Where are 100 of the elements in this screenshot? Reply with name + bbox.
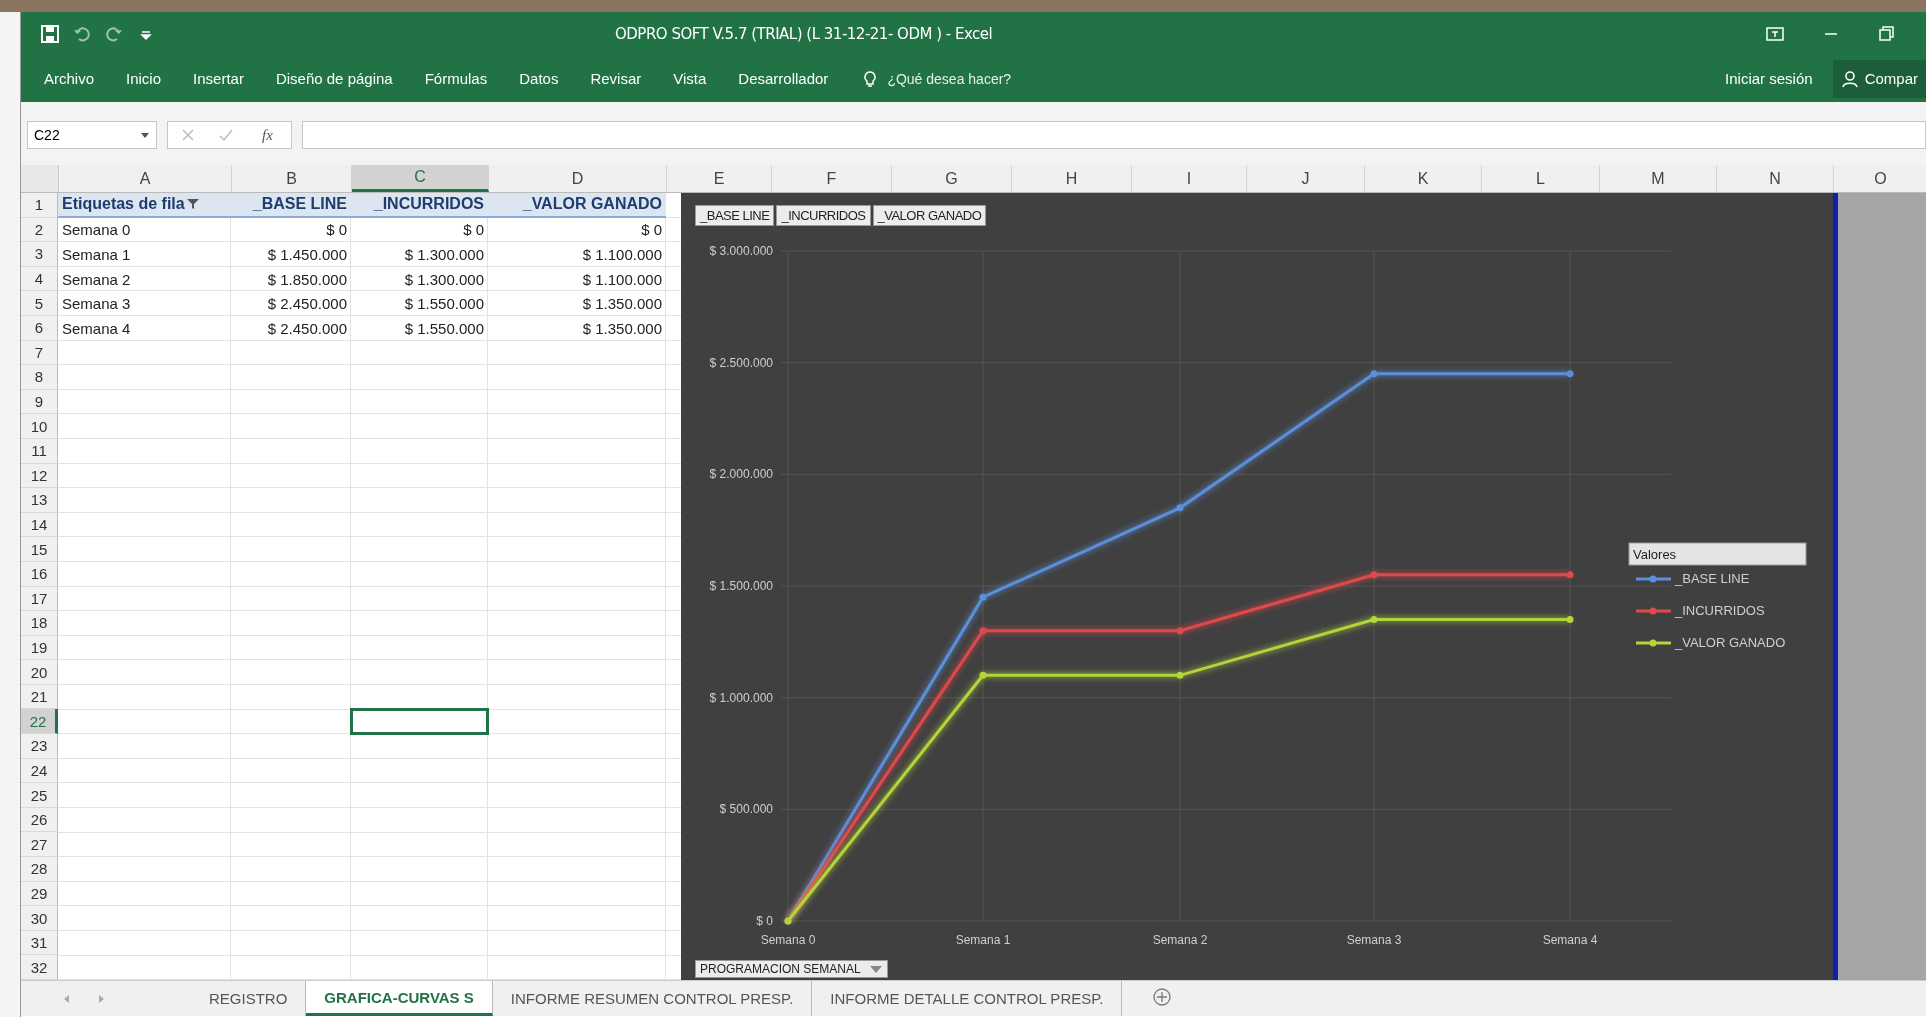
ribbon-tab[interactable]: Datos: [506, 70, 578, 87]
column-header[interactable]: E: [667, 165, 772, 192]
row-header[interactable]: 8: [21, 365, 58, 390]
name-box[interactable]: C22: [27, 121, 157, 149]
row-header[interactable]: 1: [21, 193, 58, 218]
table-cell-text: $ 1.350.000: [581, 294, 663, 315]
row-header[interactable]: 15: [21, 537, 58, 562]
ribbon-display-icon[interactable]: [1766, 24, 1784, 43]
row-header[interactable]: 12: [21, 463, 58, 489]
table-cell-text: $ 1.850.000: [266, 269, 348, 290]
add-sheet-icon[interactable]: [1152, 986, 1173, 1007]
column-header[interactable]: M: [1600, 165, 1717, 192]
row-header[interactable]: 17: [21, 586, 58, 612]
axis-label: $ 1.000.000: [709, 690, 773, 705]
column-header[interactable]: H: [1012, 165, 1132, 192]
table-cell-text: Semana 1: [61, 245, 132, 265]
row-header[interactable]: 23: [21, 734, 58, 759]
row-header[interactable]: 24: [21, 758, 58, 784]
column-header[interactable]: I: [1132, 165, 1247, 192]
row-header[interactable]: 9: [21, 389, 58, 415]
row-header[interactable]: 26: [21, 807, 58, 833]
restore-icon[interactable]: [1878, 24, 1896, 43]
column-header[interactable]: G: [892, 165, 1012, 192]
ribbon-tab[interactable]: Desarrollador: [725, 70, 848, 87]
row-header[interactable]: 16: [21, 561, 58, 587]
redo-icon[interactable]: [105, 24, 123, 43]
row-header[interactable]: 13: [21, 488, 58, 513]
column-header[interactable]: N: [1717, 165, 1834, 192]
ribbon-tab[interactable]: Vista: [660, 70, 726, 87]
column-header[interactable]: C: [352, 165, 489, 192]
formula-input[interactable]: [301, 121, 1926, 149]
insert-function-button[interactable]: fx: [256, 125, 279, 145]
column-header[interactable]: A: [59, 165, 232, 192]
row-header[interactable]: 3: [21, 242, 58, 267]
table-cell-text: $ 1.300.000: [403, 245, 485, 265]
row-header[interactable]: 20: [21, 660, 58, 685]
row-header[interactable]: 32: [21, 955, 58, 980]
table-cell-text: $ 1.100.000: [581, 269, 663, 290]
column-header[interactable]: J: [1247, 165, 1365, 192]
axis-label: $ 2.000.000: [709, 467, 773, 482]
axis-label: Semana 1: [955, 933, 1011, 947]
field-button[interactable]: PROGRAMACION SEMANAL: [695, 960, 888, 978]
row-header[interactable]: 6: [21, 315, 58, 341]
row-header[interactable]: 5: [21, 291, 58, 316]
row-header[interactable]: 19: [21, 635, 58, 661]
axis-label: $ 0: [756, 914, 773, 928]
field-button[interactable]: _VALOR GANADO: [872, 205, 987, 226]
row-header[interactable]: 10: [21, 414, 58, 439]
ribbon-tab[interactable]: Revisar: [577, 70, 661, 87]
row-header[interactable]: 4: [21, 266, 58, 292]
row-header[interactable]: 14: [21, 512, 58, 538]
column-header[interactable]: D: [489, 165, 667, 192]
column-header[interactable]: L: [1482, 165, 1600, 192]
share-button[interactable]: Compar: [1832, 59, 1926, 98]
row-header[interactable]: 28: [21, 857, 58, 882]
column-header[interactable]: F: [772, 165, 892, 192]
row-header[interactable]: 11: [21, 438, 58, 464]
sheet-tab[interactable]: INFORME RESUMEN CONTROL PRESP.: [492, 981, 813, 1016]
dropdown-icon[interactable]: [868, 964, 883, 974]
legend-label: _BASE LINE: [1675, 571, 1750, 586]
sign-in-link[interactable]: Iniciar sesión: [1719, 69, 1819, 88]
row-header[interactable]: 27: [21, 832, 58, 858]
tell-me-field[interactable]: ¿Qué desea hacer?: [885, 69, 1090, 88]
ribbon-tab[interactable]: Insertar: [180, 70, 263, 87]
ribbon-tab[interactable]: Inicio: [113, 70, 181, 87]
axis-label: Semana 3: [1346, 933, 1402, 947]
legend-title-text: Valores: [1633, 547, 1677, 562]
axis-label: Semana 0: [760, 933, 816, 947]
axis-label: Semana 2: [1152, 933, 1208, 947]
sheet-tab[interactable]: INFORME DETALLE CONTROL PRESP.: [812, 981, 1123, 1016]
table-cell-text: Semana 2: [61, 269, 132, 290]
row-header[interactable]: 30: [21, 906, 58, 931]
row-header[interactable]: 2: [21, 217, 58, 243]
check-icon[interactable]: [218, 127, 234, 143]
active-cell[interactable]: [351, 709, 488, 735]
column-header[interactable]: O: [1834, 165, 1926, 192]
sheet-tab[interactable]: GRAFICA-CURVAS S: [306, 981, 493, 1016]
person-icon: [1840, 69, 1859, 88]
column-header[interactable]: K: [1365, 165, 1482, 192]
ribbon-tab[interactable]: Fórmulas: [411, 70, 507, 87]
field-button[interactable]: _INCURRIDOS: [776, 205, 871, 226]
row-header[interactable]: 25: [21, 783, 58, 808]
table-cell-text: $ 2.450.000: [266, 294, 348, 315]
row-header[interactable]: 22: [21, 709, 58, 735]
header-cell: _VALOR GANADO: [488, 193, 666, 218]
table-cell-text: $ 1.300.000: [403, 269, 485, 290]
save-icon[interactable]: [41, 24, 59, 43]
ribbon-tab[interactable]: Archivo: [31, 70, 114, 87]
row-header[interactable]: 31: [21, 930, 58, 956]
row-header[interactable]: 21: [21, 684, 58, 710]
legend-label: _VALOR GANADO: [1675, 635, 1786, 650]
axis-label: Semana 4: [1542, 933, 1598, 947]
field-button[interactable]: _BASE LINE: [695, 205, 775, 226]
axis-label: $ 2.500.000: [709, 355, 773, 370]
ribbon-tab[interactable]: Diseño de página: [262, 70, 412, 87]
row-header[interactable]: 29: [21, 881, 58, 907]
table-cell-text: $ 0: [325, 220, 348, 241]
undo-icon[interactable]: [73, 24, 91, 43]
row-header[interactable]: 7: [21, 340, 58, 366]
row-header[interactable]: 18: [21, 611, 58, 636]
